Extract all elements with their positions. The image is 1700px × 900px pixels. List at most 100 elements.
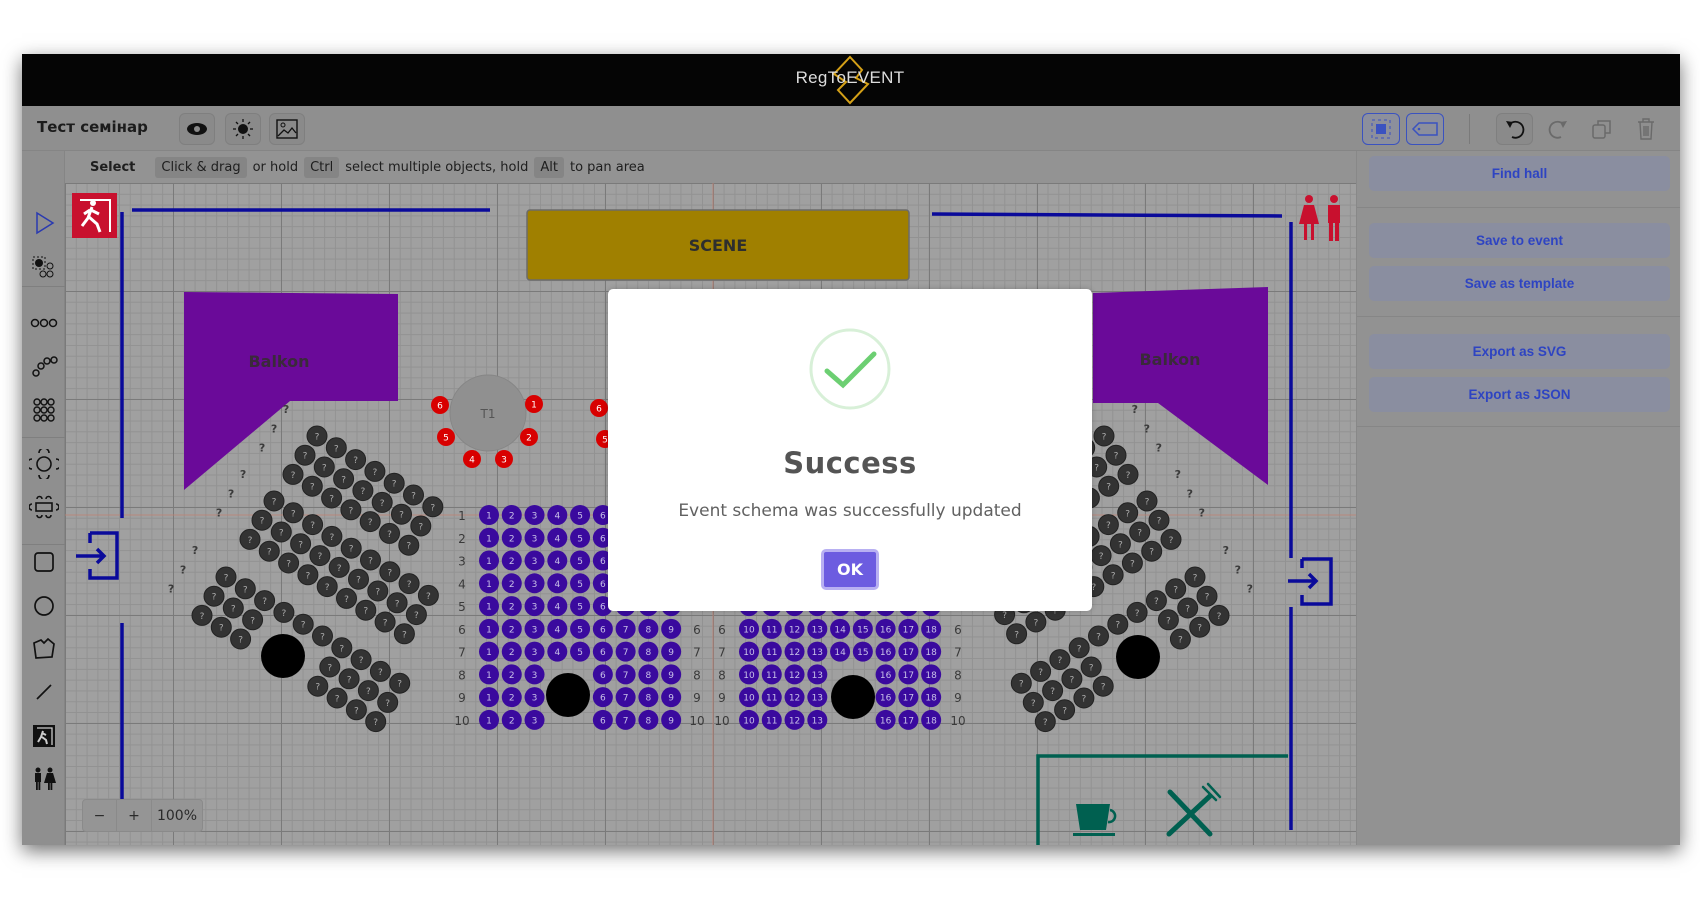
logo[interactable]: RegToEVENT [790, 54, 910, 106]
table-seat[interactable]: 1 [525, 395, 543, 413]
unassigned-seat[interactable]: ? [242, 609, 264, 631]
table-seat[interactable]: 6 [431, 396, 449, 414]
seat[interactable]: 14 [830, 641, 851, 662]
seat[interactable]: 9 [661, 709, 682, 730]
unassigned-seat[interactable]: ? [345, 699, 367, 721]
unassigned-seat[interactable]: ? [292, 613, 314, 635]
seat[interactable]: 7 [615, 709, 636, 730]
seat[interactable]: 7 [615, 618, 636, 639]
unassigned-seat[interactable]: ? [307, 675, 329, 697]
unassigned-seat[interactable]: ? [319, 656, 341, 678]
unassigned-seat[interactable]: ? [340, 537, 362, 559]
unassigned-seat[interactable]: ? [359, 511, 381, 533]
unassigned-seat[interactable]: ? [1169, 628, 1191, 650]
seat[interactable]: 9 [661, 641, 682, 662]
unassigned-seat[interactable]: ? [1129, 521, 1151, 543]
unassigned-seat[interactable]: ? [1196, 585, 1218, 607]
unassigned-seat[interactable]: ? [1136, 490, 1158, 512]
seat[interactable]: 5 [570, 641, 591, 662]
seat[interactable]: 4 [547, 641, 568, 662]
seat[interactable]: 1 [479, 505, 499, 525]
seat[interactable]: 3 [524, 618, 545, 639]
unassigned-seat[interactable]: ? [1148, 509, 1170, 531]
seat[interactable]: 13 [807, 618, 828, 639]
unassigned-seat[interactable]: ? [1030, 660, 1052, 682]
unassigned-seat[interactable]: ? [1025, 611, 1047, 633]
seat[interactable]: 10 [739, 709, 759, 730]
pillar[interactable] [261, 634, 305, 678]
seat[interactable]: 10 [739, 664, 759, 685]
entrance-left[interactable] [76, 531, 119, 580]
seat[interactable]: 12 [784, 709, 805, 730]
unassigned-seat[interactable]: ? [278, 552, 300, 574]
seat[interactable]: 1 [479, 687, 499, 708]
seat[interactable]: 3 [524, 527, 545, 548]
unassigned-seat[interactable]: ? [297, 564, 319, 586]
pillar[interactable] [831, 675, 875, 719]
seat[interactable]: 5 [570, 550, 591, 571]
unassigned-seat[interactable]: ? [386, 592, 408, 614]
theme-button[interactable] [225, 113, 261, 145]
unassigned-seat[interactable]: ? [1006, 623, 1028, 645]
seat[interactable]: 6 [592, 641, 613, 662]
tool-rectangle[interactable] [28, 547, 59, 577]
zoom-in-button[interactable]: + [117, 800, 152, 831]
wc-sign[interactable] [1299, 195, 1340, 241]
background-image-button[interactable] [269, 113, 305, 145]
preview-button[interactable] [179, 113, 215, 145]
seat[interactable]: 16 [875, 709, 896, 730]
unassigned-seat[interactable]: ? [410, 515, 432, 537]
seat[interactable]: 2 [501, 505, 522, 525]
seat[interactable]: 16 [875, 664, 896, 685]
seat[interactable]: 9 [661, 618, 682, 639]
seat[interactable]: 18 [921, 641, 942, 662]
undo-button[interactable] [1496, 113, 1533, 145]
tool-row[interactable] [28, 308, 59, 338]
unassigned-seat[interactable]: ? [282, 502, 304, 524]
unassigned-seat[interactable]: ? [348, 568, 369, 590]
export-json-button[interactable]: Export as JSON [1369, 377, 1670, 412]
unassigned-seat[interactable]: ? [336, 587, 357, 609]
unassigned-seat[interactable]: ? [1184, 566, 1206, 588]
ok-button[interactable]: OK [821, 549, 879, 590]
table-seat[interactable]: 3 [495, 450, 513, 468]
table-seat[interactable]: 6 [590, 399, 608, 417]
tool-circle[interactable] [28, 591, 59, 621]
tool-seat-select[interactable] [28, 253, 59, 283]
pillar[interactable] [546, 673, 590, 717]
seat[interactable]: 18 [921, 687, 942, 708]
unassigned-seat[interactable]: ? [1208, 604, 1230, 626]
seat[interactable]: 12 [784, 618, 805, 639]
seat[interactable]: 4 [547, 596, 568, 617]
seat[interactable]: 12 [784, 664, 805, 685]
seat[interactable]: 7 [615, 664, 636, 685]
unassigned-seat[interactable]: ? [383, 472, 405, 494]
unassigned-seat[interactable]: ? [234, 578, 256, 600]
unassigned-seat[interactable]: ? [1010, 672, 1032, 694]
seat[interactable]: 2 [501, 596, 522, 617]
find-hall-button[interactable]: Find hall [1369, 156, 1670, 191]
unassigned-seat[interactable]: ? [1049, 649, 1071, 671]
seat[interactable]: 3 [524, 641, 545, 662]
tool-seat-grid[interactable] [28, 395, 59, 425]
seat[interactable]: 6 [592, 687, 613, 708]
seat[interactable]: 17 [898, 664, 919, 685]
seat[interactable]: 10 [739, 687, 759, 708]
seat[interactable]: 2 [501, 573, 522, 594]
tool-wc[interactable] [28, 764, 59, 794]
seat[interactable]: 11 [761, 709, 782, 730]
unassigned-seat[interactable]: ? [371, 491, 393, 513]
unassigned-seat[interactable]: ? [393, 623, 415, 645]
unassigned-seat[interactable]: ? [321, 525, 343, 547]
table-seat[interactable]: 2 [520, 428, 538, 446]
unassigned-seat[interactable]: ? [377, 691, 399, 713]
unassigned-seat[interactable]: ? [222, 597, 244, 619]
unassigned-seat[interactable]: ? [1141, 540, 1163, 562]
unassigned-seat[interactable]: ? [321, 487, 343, 509]
seat[interactable]: 3 [524, 596, 545, 617]
unassigned-seat[interactable]: ? [309, 545, 331, 567]
unassigned-seat[interactable]: ? [1098, 475, 1120, 497]
seat[interactable]: 1 [479, 709, 499, 730]
unassigned-seat[interactable]: ? [1165, 578, 1187, 600]
unassigned-seat[interactable]: ? [1107, 613, 1129, 635]
